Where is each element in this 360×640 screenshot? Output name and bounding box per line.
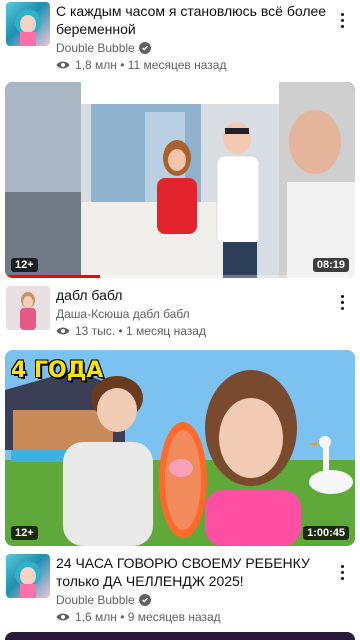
video-stats: 1,8 млн • 11 месяцев назад	[75, 58, 227, 72]
avatar-illustration	[15, 9, 41, 46]
duration-badge: 1:00:45	[303, 526, 349, 540]
avatar-illustration	[15, 561, 41, 598]
more-vert-icon[interactable]	[332, 560, 352, 584]
video-list-item[interactable]: 24 ЧАСА ГОВОРЮ СВОЕМУ РЕБЕНКУ только ДА …	[0, 552, 360, 626]
views-eye-icon	[56, 61, 70, 69]
video-title[interactable]: 24 ЧАСА ГОВОРЮ СВОЕМУ РЕБЕНКУ только ДА …	[56, 554, 330, 590]
more-vert-icon[interactable]	[332, 290, 352, 314]
video-thumbnail[interactable]: 4 ГОДА 12+ 1:00:45	[5, 350, 355, 546]
views-eye-icon	[56, 327, 70, 335]
video-title[interactable]: С каждым часом я становлюсь всё более бе…	[56, 2, 330, 38]
video-thumbnail[interactable]: 12+ 08:19	[5, 82, 355, 278]
video-list-item[interactable]: дабл бабл Даша-Ксюша дабл бабл 13 тыс. •…	[0, 284, 360, 340]
video-list-item[interactable]: С каждым часом я становлюсь всё более бе…	[0, 0, 360, 74]
channel-row[interactable]: Даша-Ксюша дабл бабл	[56, 306, 330, 322]
channel-row[interactable]: Double Bubble	[56, 40, 330, 56]
stats-row: 13 тыс. • 1 месяц назад	[56, 323, 330, 339]
duration-badge: 08:19	[312, 258, 349, 272]
channel-name[interactable]: Double Bubble	[56, 40, 135, 56]
channel-avatar[interactable]	[6, 554, 50, 598]
thumbnail-caption: 4 ГОДА	[11, 358, 104, 383]
video-meta: С каждым часом я становлюсь всё более бе…	[56, 2, 330, 73]
verified-check-icon	[138, 42, 151, 54]
next-video-thumbnail-edge[interactable]	[5, 632, 355, 640]
channel-name[interactable]: Даша-Ксюша дабл бабл	[56, 306, 190, 322]
video-title[interactable]: дабл бабл	[56, 286, 330, 304]
channel-avatar[interactable]	[6, 286, 50, 330]
avatar-illustration	[6, 286, 50, 330]
video-stats: 1,6 млн • 9 месяцев назад	[75, 610, 221, 624]
video-thumbnail-small[interactable]	[6, 2, 50, 46]
video-stats: 13 тыс. • 1 месяц назад	[75, 324, 206, 338]
thumbnail-scene	[5, 82, 355, 278]
video-meta: 24 ЧАСА ГОВОРЮ СВОЕМУ РЕБЕНКУ только ДА …	[56, 554, 330, 625]
age-rating-badge: 12+	[11, 258, 38, 272]
channel-row[interactable]: Double Bubble	[56, 592, 330, 608]
more-vert-icon[interactable]	[332, 8, 352, 32]
watch-progress-bar	[5, 275, 100, 278]
channel-name[interactable]: Double Bubble	[56, 592, 135, 608]
verified-check-icon	[138, 594, 151, 606]
stats-row: 1,8 млн • 11 месяцев назад	[56, 57, 330, 73]
age-rating-badge: 12+	[11, 526, 38, 540]
stats-row: 1,6 млн • 9 месяцев назад	[56, 609, 330, 625]
video-meta: дабл бабл Даша-Ксюша дабл бабл 13 тыс. •…	[56, 286, 330, 339]
views-eye-icon	[56, 613, 70, 621]
